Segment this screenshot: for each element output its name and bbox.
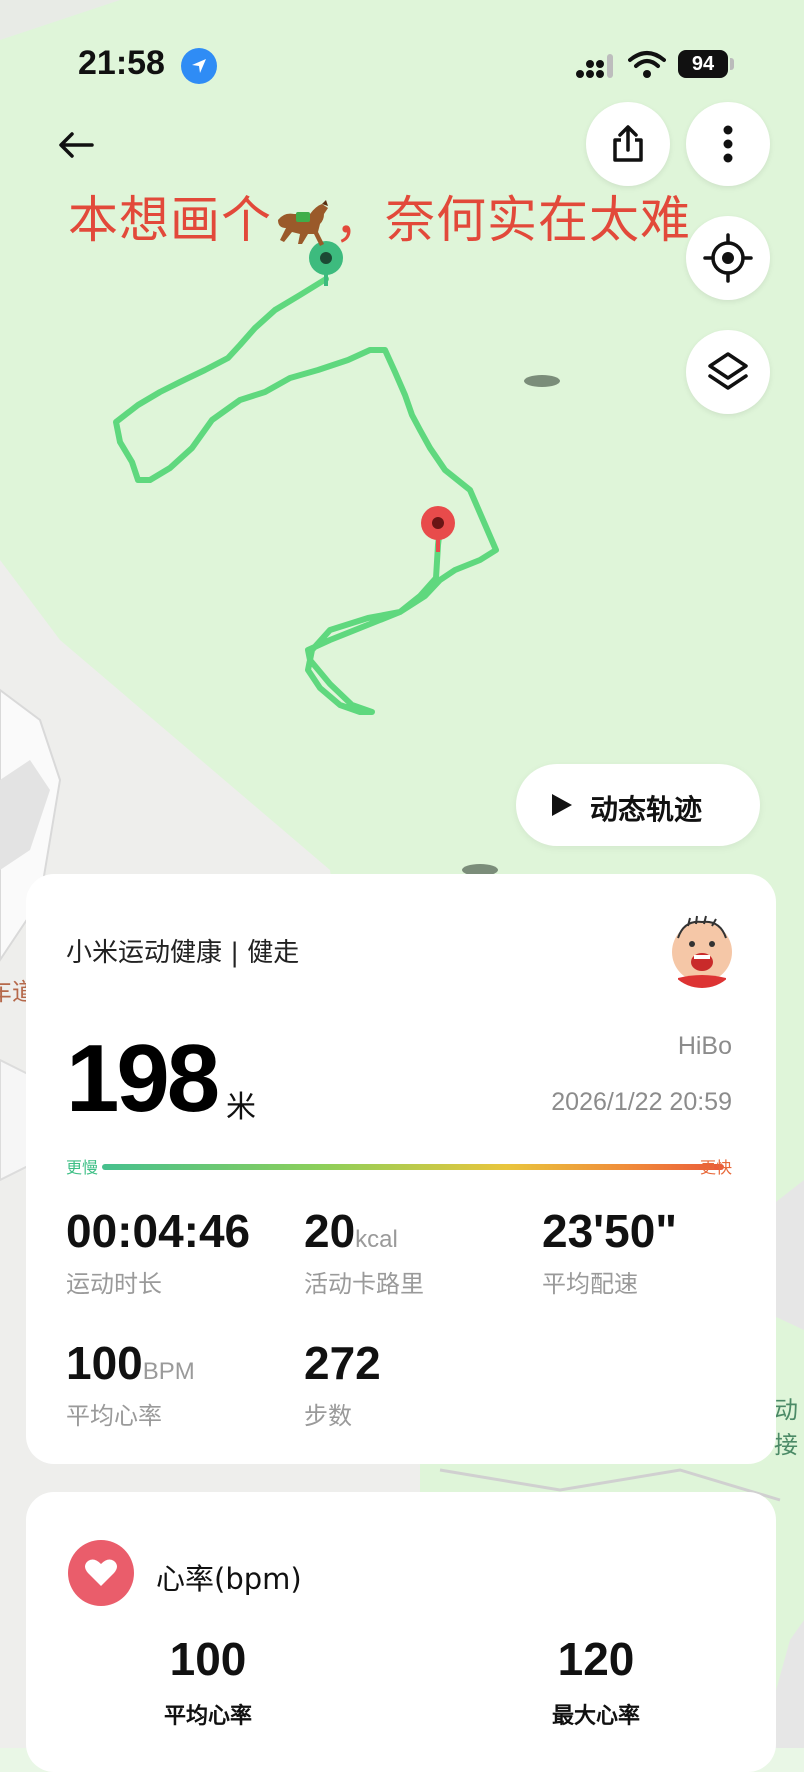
battery-indicator: 94: [678, 50, 728, 78]
caption-part-1: 本想画个: [68, 191, 272, 249]
more-icon: [723, 125, 733, 163]
dynamic-track-button[interactable]: 动态轨迹: [516, 764, 760, 846]
avg-heart-rate-value: 100: [169, 1633, 247, 1685]
app-brand: 小米运动健康 | 健走: [66, 938, 300, 968]
stat-label: 步数: [304, 1402, 352, 1430]
stat-avg-heart-rate: 100BPM 平均心率: [66, 1336, 195, 1431]
distance-unit: 米: [226, 1090, 256, 1125]
layers-button[interactable]: [686, 330, 770, 414]
heart-rate-title: 心率(bpm): [156, 1562, 302, 1596]
avatar[interactable]: [664, 912, 740, 988]
stat-duration: 00:04:46 运动时长: [66, 1204, 250, 1299]
back-arrow-icon: [59, 132, 94, 158]
user-name: HiBo: [677, 1032, 732, 1060]
pace-faster-label: 更快: [700, 1158, 733, 1177]
back-button[interactable]: [52, 122, 102, 172]
caption-part-2: ，奈何实在太难: [334, 191, 691, 249]
stat-label: 平均心率: [66, 1402, 162, 1430]
route-track: [113, 276, 499, 715]
signal-icon: [576, 54, 613, 78]
heart-icon: [68, 1540, 134, 1606]
battery-cap: [730, 58, 734, 70]
stat-calories: 20kcal 活动卡路里: [304, 1204, 424, 1299]
stat-steps: 272 步数: [304, 1336, 381, 1431]
status-bar: 21:58 94: [0, 0, 804, 120]
share-button[interactable]: [586, 102, 670, 186]
pace-slower-label: 更慢: [66, 1158, 99, 1177]
stat-value: 23'50": [542, 1205, 678, 1257]
play-icon: [552, 794, 572, 816]
pace-gradient-bar: [102, 1164, 724, 1170]
locate-icon: [703, 233, 753, 283]
layers-icon: [708, 352, 748, 390]
location-arrow-icon: [181, 48, 217, 84]
stat-label: 运动时长: [66, 1270, 162, 1298]
dynamic-track-label: 动态轨迹: [590, 793, 703, 826]
more-button[interactable]: [686, 102, 770, 186]
stat-value: 100: [66, 1337, 143, 1389]
workout-summary-card: 小米运动健康 | 健走 198 米 HiBo 2026/1/22 20:59 更…: [26, 874, 776, 1464]
stat-value: 20: [304, 1205, 356, 1257]
wifi-icon: [628, 51, 666, 78]
overlay-caption: 本想画个 ，奈何实在太难: [68, 180, 691, 252]
stat-value: 272: [304, 1337, 381, 1389]
stat-value: 00:04:46: [66, 1205, 251, 1257]
stat-avg-pace: 23'50" 平均配速: [542, 1204, 677, 1299]
road-label-right: 动接: [774, 1396, 798, 1459]
share-icon: [613, 125, 643, 162]
locate-button[interactable]: [686, 216, 770, 300]
avatar-image: [672, 915, 732, 988]
stat-unit: BPM: [142, 1358, 195, 1385]
workout-datetime: 2026/1/22 20:59: [551, 1088, 732, 1116]
end-marker: [421, 506, 455, 552]
stat-label: 活动卡路里: [304, 1270, 424, 1298]
max-heart-rate-value: 120: [557, 1633, 635, 1685]
horse-icon: [278, 199, 328, 246]
stat-unit: kcal: [355, 1226, 398, 1253]
max-heart-rate-label: 最大心率: [551, 1704, 640, 1729]
heart-rate-card[interactable]: 心率(bpm) 100 平均心率 120 最大心率: [26, 1492, 776, 1772]
distance-value: 198: [66, 1025, 220, 1132]
stat-label: 平均配速: [542, 1270, 638, 1298]
status-time: 21:58: [78, 44, 165, 82]
avg-heart-rate-label: 平均心率: [163, 1704, 252, 1729]
